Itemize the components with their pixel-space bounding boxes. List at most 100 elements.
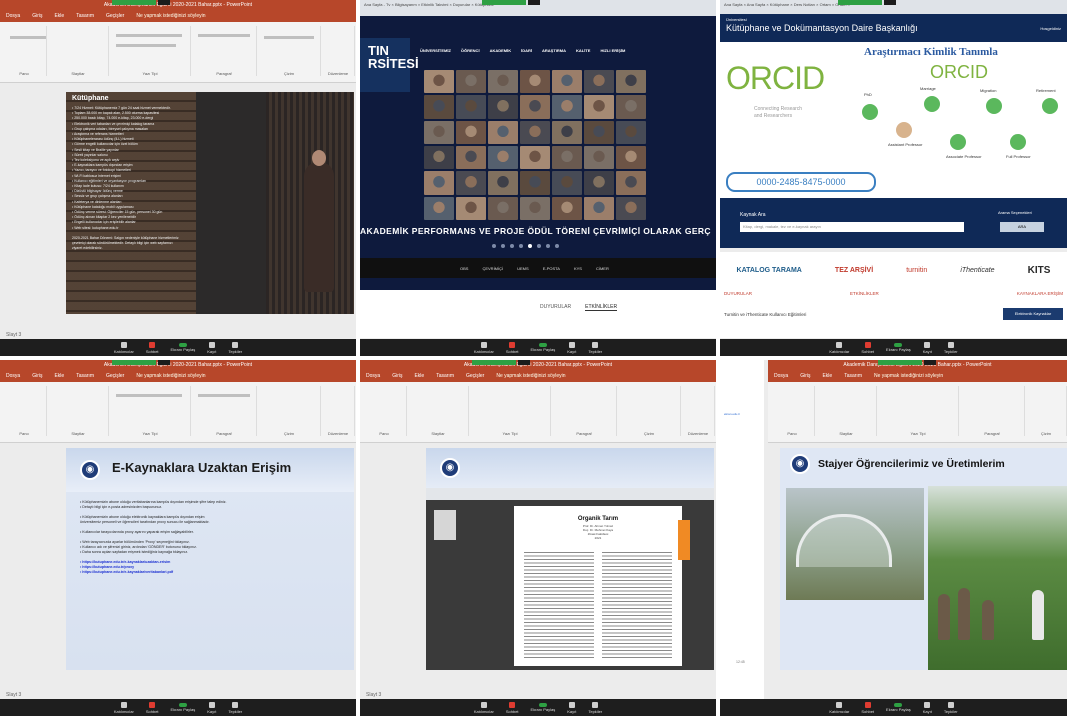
nav-item[interactable]: ARAŞTIRMA: [542, 48, 566, 53]
participant-video[interactable]: [584, 120, 614, 144]
participant-video[interactable]: [424, 70, 454, 94]
zoom-toolbar-item[interactable]: Sohbet: [861, 701, 874, 714]
zoom-toolbar-item[interactable]: Sohbet: [146, 341, 159, 354]
zoom-toolbar-item[interactable]: Sohbet: [506, 341, 519, 354]
zoom-toolbar-item[interactable]: Katılımcılar: [829, 701, 849, 714]
tell-me-box[interactable]: Ne yapmak istediğinizi söyleyin: [136, 10, 205, 22]
turnitin-link[interactable]: turnitin: [906, 267, 927, 274]
ithenticate-link[interactable]: iThenticate: [960, 267, 994, 274]
participant-video[interactable]: [488, 171, 518, 195]
participant-video[interactable]: [488, 95, 518, 119]
participant-video[interactable]: [488, 70, 518, 94]
tell-me-box[interactable]: Ne yapmak istediğinizi söyleyin: [496, 370, 565, 382]
participant-video[interactable]: [584, 171, 614, 195]
slide-link[interactable]: • https://kutuphane.edu.tr/e-kaynaklar/v…: [80, 570, 340, 575]
tab-dosya[interactable]: Dosya: [6, 370, 20, 382]
zoom-toolbar-item[interactable]: Ekranı Paylaş: [171, 343, 195, 352]
kits-link[interactable]: KITS: [1028, 265, 1051, 276]
carousel-dot[interactable]: [501, 244, 505, 248]
participant-video[interactable]: [520, 120, 550, 144]
tab-ekle[interactable]: Ekle: [54, 10, 64, 22]
participant-video[interactable]: [456, 196, 486, 220]
participant-video[interactable]: [488, 146, 518, 170]
participant-video[interactable]: [456, 146, 486, 170]
zoom-toolbar-item[interactable]: Ekranı Paylaş: [531, 703, 555, 712]
participant-video[interactable]: [616, 146, 646, 170]
tab-giris[interactable]: Giriş: [392, 370, 402, 382]
tell-me-box[interactable]: Ne yapmak istediğinizi söyleyin: [136, 370, 205, 382]
zoom-toolbar-item[interactable]: Katılımcılar: [114, 341, 134, 354]
nav-item[interactable]: ÖĞRENCİ: [461, 48, 480, 53]
zoom-toolbar-item[interactable]: Ekranı Paylaş: [171, 703, 195, 712]
tab-ekle[interactable]: Ekle: [414, 370, 424, 382]
zoom-toolbar-item[interactable]: Sohbet: [146, 701, 159, 714]
zoom-toolbar-item[interactable]: Kayıt: [207, 701, 216, 714]
participant-video[interactable]: [520, 95, 550, 119]
participant-video[interactable]: [520, 70, 550, 94]
university-logo[interactable]: TIN RSİTESİ: [360, 38, 419, 92]
zoom-toolbar-item[interactable]: Tepkiler: [944, 341, 958, 354]
quick-link[interactable]: OBS: [460, 266, 468, 271]
quick-link[interactable]: UEMS: [517, 266, 529, 271]
zoom-toolbar-item[interactable]: Katılımcılar: [474, 701, 494, 714]
quick-link[interactable]: KYS: [574, 266, 582, 271]
participant-video[interactable]: [552, 70, 582, 94]
tab-gecisler[interactable]: Geçişler: [466, 370, 484, 382]
participant-video[interactable]: [424, 120, 454, 144]
carousel-dot[interactable]: [492, 244, 496, 248]
zoom-toolbar-item[interactable]: Tepkiler: [944, 701, 958, 714]
zoom-toolbar-item[interactable]: Ekranı Paylaş: [886, 343, 911, 352]
nav-item[interactable]: AKADEMİK: [490, 48, 512, 53]
zoom-toolbar-item[interactable]: Sohbet: [861, 341, 874, 354]
ribbon-control[interactable]: [198, 394, 250, 397]
electronic-resources-button[interactable]: Elektronik Kaynaklar: [1003, 308, 1063, 320]
tab-duyurular[interactable]: DUYURULAR: [540, 304, 571, 311]
zoom-toolbar-item[interactable]: Kayıt: [207, 341, 216, 354]
tab-dosya[interactable]: Dosya: [774, 370, 788, 382]
participant-video[interactable]: [520, 171, 550, 195]
participant-video[interactable]: [520, 196, 550, 220]
participant-video[interactable]: [584, 196, 614, 220]
tab-ekle[interactable]: Ekle: [54, 370, 64, 382]
zoom-toolbar-item[interactable]: Katılımcılar: [474, 341, 494, 354]
zoom-toolbar-item[interactable]: Tepkiler: [588, 341, 602, 354]
catalog-link[interactable]: KATALOG TARAMA: [737, 267, 802, 274]
search-button[interactable]: ARA: [1000, 222, 1044, 232]
nav-item[interactable]: HIZLI ERİŞİM: [600, 48, 625, 53]
resources-heading[interactable]: KAYNAKLARA ERİŞİM: [1017, 291, 1063, 296]
department-title[interactable]: Kütüphane ve Dokümantasyon Daire Başkanl…: [726, 23, 918, 33]
tab-dosya[interactable]: Dosya: [6, 10, 20, 22]
participant-video[interactable]: [552, 171, 582, 195]
tab-giris[interactable]: Giriş: [800, 370, 810, 382]
zoom-toolbar-item[interactable]: Ekranı Paylaş: [886, 703, 911, 712]
participant-video[interactable]: [616, 171, 646, 195]
participant-video[interactable]: [552, 95, 582, 119]
participant-video[interactable]: [616, 95, 646, 119]
participant-video[interactable]: [456, 70, 486, 94]
quick-link[interactable]: ÇEVRİMİÇİ: [482, 266, 503, 271]
quick-link[interactable]: E-POSTA: [543, 266, 560, 271]
participant-video[interactable]: [552, 146, 582, 170]
zoom-toolbar-item[interactable]: Ekranı Paylaş: [531, 343, 555, 352]
participant-video[interactable]: [456, 120, 486, 144]
participant-video[interactable]: [424, 196, 454, 220]
tab-giris[interactable]: Giriş: [32, 370, 42, 382]
ribbon-control[interactable]: [10, 36, 46, 39]
zoom-toolbar-item[interactable]: Sohbet: [506, 701, 519, 714]
participant-video[interactable]: [616, 70, 646, 94]
tell-me-box[interactable]: Ne yapmak istediğinizi söyleyin: [874, 370, 943, 382]
tab-tasarim[interactable]: Tasarım: [436, 370, 454, 382]
ribbon-control[interactable]: [116, 34, 182, 37]
participant-video[interactable]: [456, 95, 486, 119]
zoom-toolbar-item[interactable]: Kayıt: [567, 341, 576, 354]
tab-etkinlikler[interactable]: ETKİNLİKLER: [585, 304, 618, 311]
participant-video[interactable]: [584, 95, 614, 119]
ribbon-control[interactable]: [116, 394, 182, 397]
carousel-dot[interactable]: [555, 244, 559, 248]
participant-video[interactable]: [616, 120, 646, 144]
zoom-toolbar-item[interactable]: Kayıt: [567, 701, 576, 714]
news-item[interactable]: Turnitin ve iThenticate Kullanıcı Eğitim…: [724, 312, 806, 317]
zoom-toolbar-item[interactable]: Katılımcılar: [829, 341, 849, 354]
carousel-dot[interactable]: [510, 244, 514, 248]
carousel-dot[interactable]: [528, 244, 532, 248]
